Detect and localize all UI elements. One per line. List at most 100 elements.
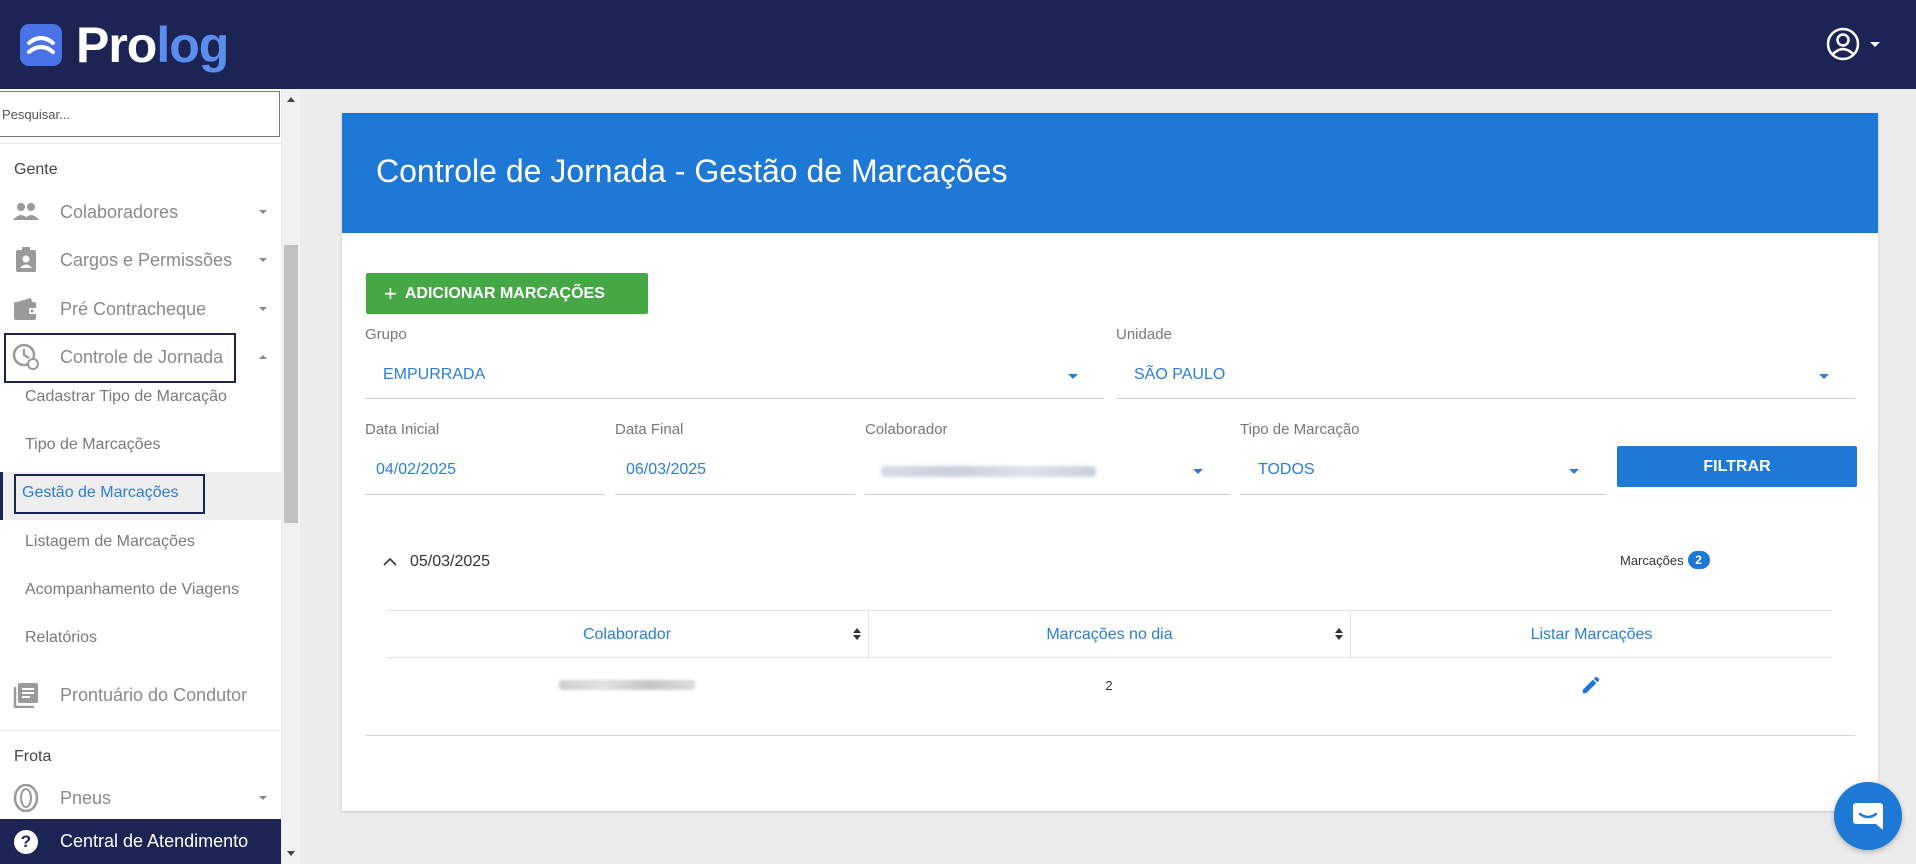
data-inicial-input[interactable]: 04/02/2025 [365, 449, 605, 495]
grupo-label: Grupo [365, 326, 407, 343]
sort-icon[interactable] [852, 628, 862, 642]
people-icon [12, 198, 40, 226]
unidade-label: Unidade [1116, 326, 1172, 343]
chevron-down-icon [259, 307, 267, 311]
marcacoes-count-label: Marcações [1620, 552, 1684, 568]
chevron-up-icon [383, 557, 397, 566]
column-header-label: Colaborador [582, 625, 672, 643]
search-input[interactable] [0, 91, 280, 137]
main-card: Controle de Jornada - Gestão de Marcaçõe… [342, 113, 1878, 811]
logo-wordmark: Prolog [76, 17, 229, 73]
section-label-gente: Gente [14, 161, 58, 178]
sidebar-item-label: Pneus [60, 787, 112, 808]
sidebar: Gente Colaboradores Cargos e Permissões … [0, 89, 281, 864]
chevron-down-icon [259, 796, 267, 800]
scroll-thumb[interactable] [284, 245, 298, 523]
sidebar-item-label: Colaboradores [60, 201, 179, 222]
help-center-button[interactable]: ? Central de Atendimento [0, 819, 281, 864]
section-label-frota: Frota [14, 748, 52, 765]
grupo-select[interactable]: EMPURRADA [365, 354, 1104, 399]
grupo-value: EMPURRADA [383, 366, 486, 383]
card-header: Controle de Jornada - Gestão de Marcaçõe… [342, 113, 1878, 233]
data-final-label: Data Final [615, 421, 684, 438]
sort-icon[interactable] [1334, 628, 1344, 642]
tire-icon [12, 784, 40, 812]
column-header-label: Listar Marcações [1530, 625, 1653, 643]
chevron-up-icon [259, 355, 267, 359]
scroll-up-arrow-icon[interactable] [287, 97, 295, 102]
chevron-down-icon [259, 258, 267, 262]
tipo-marcacao-select[interactable]: TODOS [1240, 449, 1606, 495]
column-header-label: Marcações no dia [1046, 625, 1173, 643]
id-badge-icon [12, 246, 40, 274]
sidebar-scrollbar[interactable] [282, 89, 300, 864]
logo-text-log: log [156, 17, 229, 73]
colaborador-label: Colaborador [865, 421, 948, 438]
group-date: 05/03/2025 [410, 553, 491, 570]
sidebar-subitem-relatorios[interactable]: Relatórios [25, 629, 97, 647]
chat-button[interactable] [1834, 782, 1902, 850]
group-toggle[interactable]: 05/03/2025 [382, 553, 490, 571]
column-header-colaborador[interactable]: Colaborador [386, 611, 868, 658]
prolog-logo[interactable]: Prolog [20, 17, 229, 73]
add-marcacoes-label: ADICIONAR MARCAÇÕES [404, 284, 605, 302]
sidebar-item-prontuario[interactable]: Prontuário do Condutor [0, 672, 281, 718]
cell-colaborador [386, 658, 868, 712]
wallet-icon [12, 295, 40, 323]
filtrar-button[interactable]: FILTRAR [1617, 446, 1857, 487]
sidebar-item-cargos[interactable]: Cargos e Permissões [0, 237, 281, 283]
unidade-value: SÃO PAULO [1134, 366, 1226, 383]
question-icon: ? [14, 829, 38, 854]
table-bottom-divider [366, 735, 1855, 736]
chevron-down-icon [259, 210, 267, 214]
page-title: Controle de Jornada - Gestão de Marcaçõe… [376, 153, 1008, 189]
sidebar-item-pneus[interactable]: Pneus [0, 775, 281, 821]
sidebar-subitem-listagem-marcacoes[interactable]: Listagem de Marcações [25, 533, 195, 551]
sidebar-subitem-acompanhamento-viagens[interactable]: Acompanhamento de Viagens [25, 581, 239, 599]
cell-marcacoes-dia: 2 [1105, 677, 1113, 693]
account-circle-icon [1826, 27, 1860, 61]
column-header-marcacoes-dia[interactable]: Marcações no dia [868, 611, 1350, 658]
tipo-marcacao-label: Tipo de Marcação [1240, 421, 1360, 438]
focus-outline [4, 333, 236, 383]
add-marcacoes-button[interactable]: + ADICIONAR MARCAÇÕES [366, 273, 648, 314]
scroll-down-arrow-icon[interactable] [287, 851, 295, 856]
sidebar-item-label: Pré Contracheque [60, 298, 207, 319]
chevron-down-icon [1819, 374, 1829, 379]
column-header-listar-marcacoes: Listar Marcações [1350, 611, 1832, 658]
sidebar-item-label: Cargos e Permissões [60, 249, 233, 270]
top-bar: Prolog [0, 0, 1916, 89]
marcacoes-count: Marcações 2 [1620, 551, 1710, 569]
tipo-marcacao-value: TODOS [1258, 461, 1315, 478]
chevron-down-icon [1569, 469, 1579, 474]
pencil-icon[interactable] [1580, 674, 1602, 696]
redacted-name [559, 680, 695, 690]
unidade-select[interactable]: SÃO PAULO [1116, 354, 1855, 399]
data-inicial-label: Data Inicial [365, 421, 440, 438]
user-menu[interactable] [1826, 27, 1880, 61]
active-item-indicator [0, 472, 3, 520]
sidebar-divider [0, 730, 281, 731]
logo-text-pro: Pro [76, 17, 157, 73]
cell-listar-marcacoes [1350, 658, 1832, 712]
sidebar-item-pre-contracheque[interactable]: Pré Contracheque [0, 286, 281, 332]
sidebar-subitem-tipo-marcacoes[interactable]: Tipo de Marcações [25, 436, 160, 454]
data-inicial-value: 04/02/2025 [376, 461, 457, 478]
chevron-down-icon [1068, 374, 1078, 379]
logo-mark-icon [20, 24, 62, 66]
colaborador-select[interactable] [865, 449, 1230, 495]
table-header: Colaborador Marcações no dia Listar Marc… [386, 610, 1832, 658]
chat-icon [1853, 803, 1883, 830]
sidebar-subitem-cadastrar-tipo[interactable]: Cadastrar Tipo de Marcação [25, 388, 227, 406]
chevron-down-icon [1870, 41, 1880, 47]
redacted-colaborador-name [881, 466, 1096, 477]
data-final-input[interactable]: 06/03/2025 [615, 449, 855, 495]
plus-icon: + [384, 280, 397, 306]
count-badge: 2 [1687, 551, 1710, 569]
chevron-down-icon [1193, 469, 1203, 474]
book-icon [12, 681, 40, 709]
data-final-value: 06/03/2025 [626, 461, 707, 478]
sidebar-divider [0, 143, 281, 144]
sidebar-item-colaboradores[interactable]: Colaboradores [0, 189, 281, 235]
focus-outline [14, 474, 205, 514]
